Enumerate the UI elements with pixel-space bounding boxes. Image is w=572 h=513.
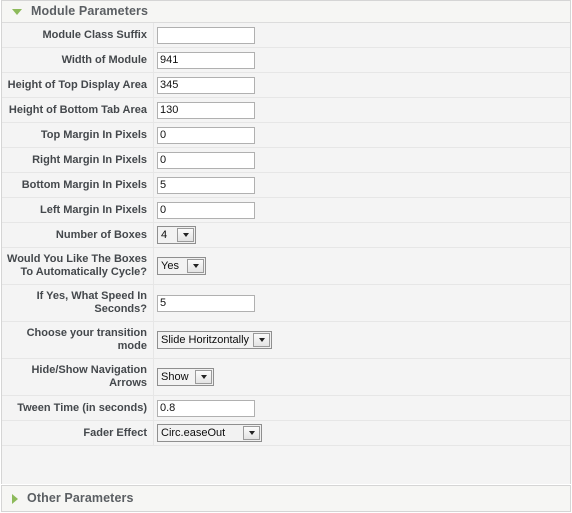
select-value: 4 <box>158 227 177 243</box>
form-row: Would You Like The Boxes To Automaticall… <box>2 248 570 285</box>
field-cell <box>154 73 570 97</box>
chevron-down-icon[interactable] <box>243 426 260 440</box>
input-cycle-speed-in-seconds[interactable] <box>157 294 255 312</box>
field-cell <box>154 198 570 222</box>
select-fader-effect[interactable]: Circ.easeOut <box>157 424 262 442</box>
form-row: If Yes, What Speed In Seconds? <box>2 285 570 322</box>
label-text: Left Margin In Pixels <box>40 203 147 216</box>
field-cell <box>154 123 570 147</box>
form-row: Top Margin In Pixels <box>2 123 570 148</box>
select-transition-mode[interactable]: Slide Horitzontally <box>157 331 273 349</box>
label-text: Tween Time (in seconds) <box>17 401 147 414</box>
label-width-of-module: Width of Module <box>2 48 154 72</box>
module-parameters-header[interactable]: Module Parameters <box>2 1 570 23</box>
label-auto-cycle-boxes: Would You Like The Boxes To Automaticall… <box>2 248 154 284</box>
label-tween-time-in-seconds: Tween Time (in seconds) <box>2 396 154 420</box>
label-height-of-top-display-area: Height of Top Display Area <box>2 73 154 97</box>
field-cell <box>154 23 570 47</box>
select-number-of-boxes[interactable]: 4 <box>157 226 196 244</box>
other-parameters-title: Other Parameters <box>27 491 134 506</box>
triangle-right-icon[interactable] <box>12 493 18 504</box>
label-text: Module Class Suffix <box>42 28 147 41</box>
form-row: Choose your transition mode Slide Horitzo… <box>2 322 570 359</box>
label-right-margin-in-pixels: Right Margin In Pixels <box>2 148 154 172</box>
select-auto-cycle-boxes[interactable]: Yes <box>157 257 206 275</box>
module-parameters-form: Module Class Suffix Width of Module Height… <box>2 23 570 484</box>
label-module-class-suffix: Module Class Suffix <box>2 23 154 47</box>
form-row: Bottom Margin In Pixels <box>2 173 570 198</box>
input-height-of-bottom-tab-area[interactable] <box>157 101 255 119</box>
input-height-of-top-display-area[interactable] <box>157 76 255 94</box>
input-bottom-margin-in-pixels[interactable] <box>157 176 255 194</box>
label-text: Height of Bottom Tab Area <box>8 103 147 116</box>
select-value: Show <box>158 369 195 385</box>
chevron-down-icon[interactable] <box>177 228 194 242</box>
label-text: Hide/Show Navigation Arrows <box>31 364 147 389</box>
input-left-margin-in-pixels[interactable] <box>157 201 255 219</box>
label-text: Choose your transition mode <box>26 327 147 352</box>
triangle-down-icon[interactable] <box>12 8 22 15</box>
field-cell: 4 <box>154 223 570 247</box>
input-module-class-suffix[interactable] <box>157 26 255 44</box>
form-row: Fader Effect Circ.easeOut <box>2 421 570 446</box>
label-fader-effect: Fader Effect <box>2 421 154 445</box>
select-hide-show-navigation-arrows[interactable]: Show <box>157 368 214 386</box>
select-value: Yes <box>158 258 187 274</box>
label-text: Number of Boxes <box>55 228 147 241</box>
label-text: Right Margin In Pixels <box>32 153 147 166</box>
select-value: Slide Horitzontally <box>158 332 254 348</box>
field-cell <box>154 98 570 122</box>
label-text: Width of Module <box>61 53 147 66</box>
form-row: Right Margin In Pixels <box>2 148 570 173</box>
form-row: Height of Top Display Area <box>2 73 570 98</box>
label-hide-show-navigation-arrows: Hide/Show Navigation Arrows <box>2 359 154 395</box>
label-number-of-boxes: Number of Boxes <box>2 223 154 247</box>
field-cell <box>154 173 570 197</box>
input-top-margin-in-pixels[interactable] <box>157 126 255 144</box>
label-text: Bottom Margin In Pixels <box>21 178 147 191</box>
field-cell: Yes <box>154 248 570 284</box>
field-cell <box>154 285 570 321</box>
label-bottom-margin-in-pixels: Bottom Margin In Pixels <box>2 173 154 197</box>
chevron-down-icon[interactable] <box>253 333 271 347</box>
field-cell <box>154 48 570 72</box>
select-value: Circ.easeOut <box>158 425 243 441</box>
input-width-of-module[interactable] <box>157 51 255 69</box>
field-cell <box>154 148 570 172</box>
chevron-down-icon[interactable] <box>187 259 204 273</box>
field-cell: Show <box>154 359 570 395</box>
field-cell: Slide Horitzontally <box>154 322 570 358</box>
label-text: Top Margin In Pixels <box>40 128 147 141</box>
other-parameters-panel: Other Parameters <box>1 485 571 512</box>
label-text: Would You Like The Boxes To Automaticall… <box>7 253 147 278</box>
label-left-margin-in-pixels: Left Margin In Pixels <box>2 198 154 222</box>
other-parameters-header[interactable]: Other Parameters <box>2 486 570 511</box>
form-row: Tween Time (in seconds) <box>2 396 570 421</box>
field-cell: Circ.easeOut <box>154 421 570 445</box>
chevron-down-icon[interactable] <box>195 370 212 384</box>
label-text: Height of Top Display Area <box>7 78 147 91</box>
form-row: Width of Module <box>2 48 570 73</box>
form-row: Hide/Show Navigation Arrows Show <box>2 359 570 396</box>
label-transition-mode: Choose your transition mode <box>2 322 154 358</box>
form-row: Module Class Suffix <box>2 23 570 48</box>
label-text: If Yes, What Speed In Seconds? <box>36 290 147 315</box>
input-right-margin-in-pixels[interactable] <box>157 151 255 169</box>
module-parameters-title: Module Parameters <box>31 4 149 19</box>
module-parameters-panel: Module Parameters Module Class Suffix Wid… <box>1 0 571 484</box>
form-row: Left Margin In Pixels <box>2 198 570 223</box>
form-row: Height of Bottom Tab Area <box>2 98 570 123</box>
form-row: Number of Boxes 4 <box>2 223 570 248</box>
label-height-of-bottom-tab-area: Height of Bottom Tab Area <box>2 98 154 122</box>
label-text: Fader Effect <box>83 426 147 439</box>
input-tween-time-in-seconds[interactable] <box>157 399 255 417</box>
label-cycle-speed-in-seconds: If Yes, What Speed In Seconds? <box>2 285 154 321</box>
field-cell <box>154 396 570 420</box>
label-top-margin-in-pixels: Top Margin In Pixels <box>2 123 154 147</box>
